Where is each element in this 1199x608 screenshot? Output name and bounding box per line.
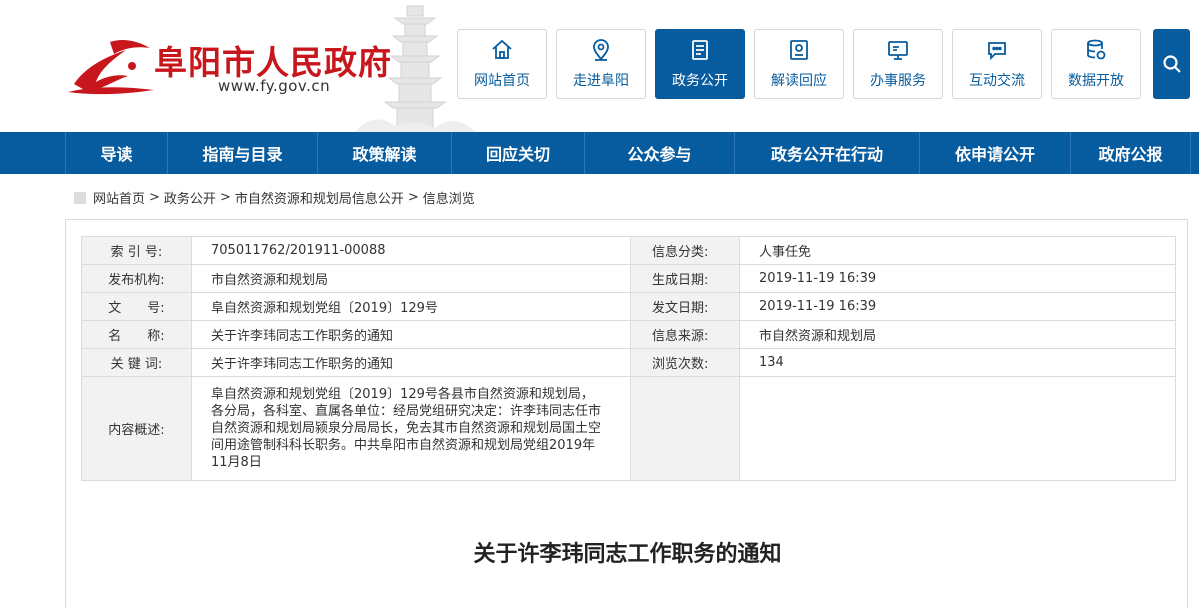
top-nav-gov-affairs[interactable]: 政务公开 [655,29,745,99]
breadcrumb-bureau-disclosure[interactable]: 市自然资源和规划局信息公开 [235,188,404,207]
keywords-label: 关 键 词: [81,348,192,377]
breadcrumb-separator: > [407,190,419,205]
empty-label-cell [630,376,740,481]
top-nav-interaction-label: 互动交流 [969,73,1025,89]
keywords-value: 关于许李玮同志工作职务的通知 [191,348,631,377]
search-icon [1162,55,1181,73]
table-row: 内容概述: 阜自然资源和规划党组〔2019〕129号各县市自然资源和规划局，各分… [81,376,1176,481]
name-value: 关于许李玮同志工作职务的通知 [191,320,631,349]
site-logo[interactable]: 阜阳市人民政府 www.fy.gov.cn [66,34,396,104]
main-nav-guide[interactable]: 导读 [65,132,167,174]
breadcrumb-separator: > [219,190,231,205]
document-icon [692,40,708,60]
publisher-value: 市自然资源和规划局 [191,264,631,293]
table-row: 发布机构: 市自然资源和规划局 生成日期: 2019-11-19 16:39 [81,264,1176,293]
content-panel: 索 引 号: 705011762/201911-00088 信息分类: 人事任免… [65,219,1188,608]
breadcrumb-home[interactable]: 网站首页 [93,188,145,207]
location-pin-icon [593,39,609,61]
top-nav-gov-affairs-label: 政务公开 [672,73,728,89]
top-nav-open-data-label: 数据开放 [1068,73,1124,89]
top-nav-home[interactable]: 网站首页 [457,29,547,99]
breadcrumb-separator: > [149,190,160,205]
views-label: 浏览次数: [630,348,740,377]
document-number-label: 文 号: [81,292,192,321]
empty-value-cell [739,376,1176,481]
site-url: www.fy.gov.cn [218,77,331,95]
category-value: 人事任免 [739,236,1176,265]
top-nav-home-label: 网站首页 [474,73,530,89]
issued-date-value: 2019-11-19 16:39 [739,292,1176,321]
table-row: 索 引 号: 705011762/201911-00088 信息分类: 人事任免 [81,236,1176,265]
breadcrumb-gov-affairs[interactable]: 政务公开 [164,188,216,207]
breadcrumb: 网站首页 > 政务公开 > 市自然资源和规划局信息公开 > 信息浏览 [74,188,475,207]
table-row: 文 号: 阜自然资源和规划党组〔2019〕129号 发文日期: 2019-11-… [81,292,1176,321]
site-header: 阜阳市人民政府 www.fy.gov.cn 网站首页 走进阜阳 政务公开 解读回… [0,0,1199,132]
top-nav: 网站首页 走进阜阳 政务公开 解读回应 办事服务 互动交流 数据开放 [457,29,1150,99]
issued-date-label: 发文日期: [630,292,740,321]
index-label: 索 引 号: [81,236,192,265]
top-nav-open-data[interactable]: 数据开放 [1051,29,1141,99]
top-nav-about[interactable]: 走进阜阳 [556,29,646,99]
main-nav-gazette[interactable]: 政府公报 [1070,132,1191,174]
summary-value: 阜自然资源和规划党组〔2019〕129号各县市自然资源和规划局，各分局，各科室、… [191,376,631,481]
home-icon [492,39,512,59]
views-value: 134 [739,348,1176,377]
database-icon [1087,39,1106,60]
logo-emblem-icon [68,40,154,95]
top-nav-services[interactable]: 办事服务 [853,29,943,99]
main-nav-apply-disclosure[interactable]: 依申请公开 [919,132,1070,174]
main-nav-openness-in-action[interactable]: 政务公开在行动 [734,132,919,174]
main-nav: 导读 指南与目录 政策解读 回应关切 公众参与 政务公开在行动 依申请公开 政府… [0,132,1199,174]
document-title: 关于许李玮同志工作职务的通知 [473,542,782,567]
reading-icon [790,40,808,60]
top-nav-services-label: 办事服务 [870,73,926,89]
top-nav-about-label: 走进阜阳 [573,73,629,89]
document-number-value: 阜自然资源和规划党组〔2019〕129号 [191,292,631,321]
search-button[interactable] [1153,29,1190,99]
main-nav-responses[interactable]: 回应关切 [451,132,584,174]
category-label: 信息分类: [630,236,740,265]
breadcrumb-current: 信息浏览 [422,192,475,207]
chat-icon [988,42,1006,61]
breadcrumb-location-icon [74,191,86,204]
monitor-icon [888,41,908,60]
top-nav-interpretation[interactable]: 解读回应 [754,29,844,99]
main-nav-policy-interpretation[interactable]: 政策解读 [317,132,451,174]
index-value: 705011762/201911-00088 [191,236,631,265]
top-nav-interpretation-label: 解读回应 [771,73,827,89]
created-date-value: 2019-11-19 16:39 [739,264,1176,293]
document-info-table: 索 引 号: 705011762/201911-00088 信息分类: 人事任免… [81,236,1176,481]
source-value: 市自然资源和规划局 [739,320,1176,349]
top-nav-interaction[interactable]: 互动交流 [952,29,1042,99]
publisher-label: 发布机构: [81,264,192,293]
main-nav-public-participation[interactable]: 公众参与 [584,132,734,174]
name-label: 名 称: [81,320,192,349]
summary-label: 内容概述: [81,376,192,481]
main-nav-directory[interactable]: 指南与目录 [167,132,317,174]
source-label: 信息来源: [630,320,740,349]
table-row: 名 称: 关于许李玮同志工作职务的通知 信息来源: 市自然资源和规划局 [81,320,1176,349]
table-row: 关 键 词: 关于许李玮同志工作职务的通知 浏览次数: 134 [81,348,1176,377]
created-date-label: 生成日期: [630,264,740,293]
